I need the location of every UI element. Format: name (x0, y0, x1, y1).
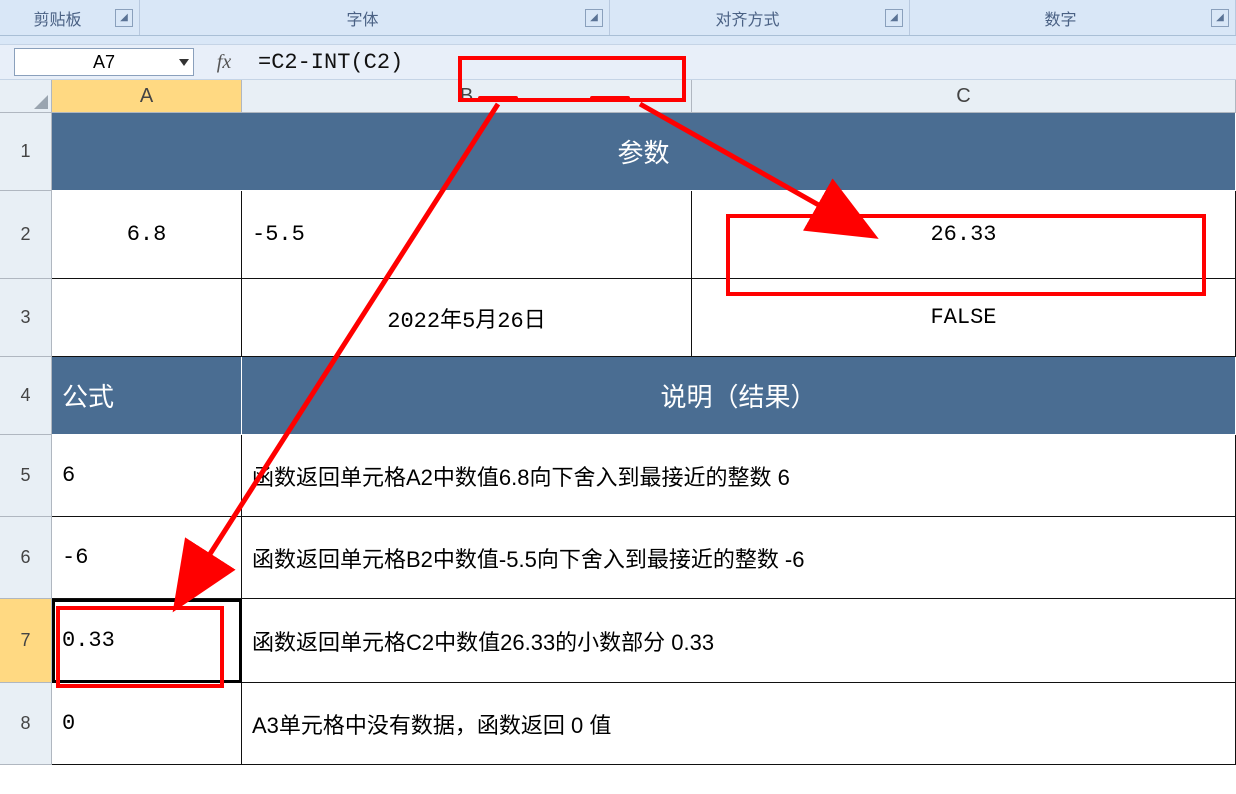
cell-bc8[interactable]: A3单元格中没有数据，函数返回 0 值 (242, 683, 1236, 765)
name-box-value: A7 (93, 52, 115, 73)
cell-a6[interactable]: -6 (52, 517, 242, 599)
dialog-launcher-icon[interactable]: ◢ (885, 9, 903, 27)
cells-area: 参数 6.8 -5.5 26.33 2022年5月26日 FALSE 公式 说明… (52, 113, 1236, 765)
column-header[interactable]: B (242, 80, 692, 113)
ribbon: 剪贴板 ◢ 字体 ◢ 对齐方式 ◢ 数字 ◢ (0, 0, 1236, 36)
cell-header-params[interactable]: 参数 (52, 113, 1236, 191)
dialog-launcher-icon[interactable]: ◢ (115, 9, 133, 27)
row-header[interactable]: 5 (0, 435, 52, 517)
column-header[interactable]: A (52, 80, 242, 113)
row-header[interactable]: 8 (0, 683, 52, 765)
ribbon-gap (0, 36, 1236, 44)
name-box[interactable]: A7 (14, 48, 194, 76)
row-header[interactable]: 4 (0, 357, 52, 435)
ribbon-label: 剪贴板 (0, 6, 115, 30)
ribbon-label: 数字 (910, 6, 1211, 30)
chevron-down-icon[interactable] (179, 59, 189, 66)
row-header[interactable]: 3 (0, 279, 52, 357)
cell-bc6[interactable]: 函数返回单元格B2中数值-5.5向下舍入到最接近的整数 -6 (242, 517, 1236, 599)
formula-bar: A7 fx =C2-INT(C2) (0, 44, 1236, 80)
ribbon-group-alignment[interactable]: 对齐方式 ◢ (610, 0, 910, 35)
cell-bc5[interactable]: 函数返回单元格A2中数值6.8向下舍入到最接近的整数 6 (242, 435, 1236, 517)
cell-c2[interactable]: 26.33 (692, 191, 1236, 279)
ribbon-group-clipboard[interactable]: 剪贴板 ◢ (0, 0, 140, 35)
cell-a5[interactable]: 6 (52, 435, 242, 517)
cell-header-desc[interactable]: 说明（结果） (242, 357, 1236, 435)
cell-a2[interactable]: 6.8 (52, 191, 242, 279)
cell-bc7[interactable]: 函数返回单元格C2中数值26.33的小数部分 0.33 (242, 599, 1236, 683)
cell-a3[interactable] (52, 279, 242, 357)
row-header[interactable]: 2 (0, 191, 52, 279)
columns-area: A B C 参数 6.8 -5.5 26.33 2022年5月26日 FALSE (52, 80, 1236, 765)
spreadsheet: 1 2 3 4 5 6 7 8 A B C 参数 6.8 -5.5 26.33 (0, 80, 1236, 765)
row-header[interactable]: 1 (0, 113, 52, 191)
row-header[interactable]: 7 (0, 599, 52, 683)
row-headers: 1 2 3 4 5 6 7 8 (0, 80, 52, 765)
ribbon-group-font[interactable]: 字体 ◢ (140, 0, 610, 35)
cell-b2[interactable]: -5.5 (242, 191, 692, 279)
row-header[interactable]: 6 (0, 517, 52, 599)
column-header[interactable]: C (692, 80, 1236, 113)
select-all-corner[interactable] (0, 80, 52, 113)
ribbon-label: 字体 (140, 6, 585, 30)
formula-input[interactable]: =C2-INT(C2) (254, 48, 1222, 76)
column-headers: A B C (52, 80, 1236, 113)
ribbon-group-number[interactable]: 数字 ◢ (910, 0, 1236, 35)
cell-c3[interactable]: FALSE (692, 279, 1236, 357)
cell-a8[interactable]: 0 (52, 683, 242, 765)
fx-button[interactable]: fx (204, 51, 244, 74)
cell-header-formula[interactable]: 公式 (52, 357, 242, 435)
cell-a7-selected[interactable]: 0.33 (52, 599, 242, 683)
ribbon-label: 对齐方式 (610, 6, 885, 30)
dialog-launcher-icon[interactable]: ◢ (1211, 9, 1229, 27)
cell-b3[interactable]: 2022年5月26日 (242, 279, 692, 357)
dialog-launcher-icon[interactable]: ◢ (585, 9, 603, 27)
